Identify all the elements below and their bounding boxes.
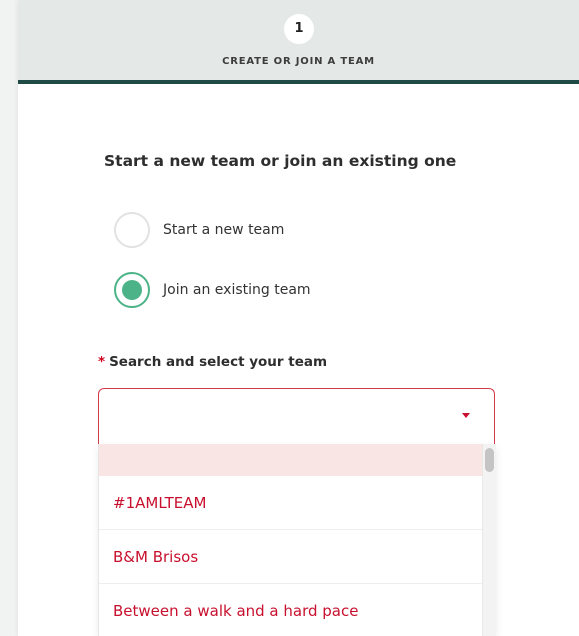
team-option[interactable]: Between a walk and a hard pace [99, 584, 482, 636]
caret-down-icon[interactable] [462, 413, 470, 418]
team-search-label-text: Search and select your team [109, 354, 328, 370]
radio-label-start-new-team: Start a new team [163, 222, 285, 238]
stepper: 1 CREATE OR JOIN A TEAM [18, 0, 579, 84]
required-marker: * [98, 354, 106, 370]
radio-button-unselected[interactable] [114, 212, 150, 248]
team-option[interactable]: B&M Brisos [99, 530, 482, 584]
highlighted-empty-option[interactable] [99, 444, 482, 476]
radio-label-join-existing-team: Join an existing team [163, 282, 311, 298]
team-dropdown-list[interactable]: #1AMLTEAM B&M Brisos Between a walk and … [98, 444, 496, 636]
team-choice-title: Start a new team or join an existing one [104, 152, 457, 170]
radio-option-start-new-team[interactable]: Start a new team [114, 209, 284, 251]
dropdown-scrollbar[interactable] [482, 444, 496, 636]
team-search-select[interactable] [98, 388, 495, 444]
step-number-badge: 1 [284, 14, 314, 44]
step-label: CREATE OR JOIN A TEAM [222, 56, 375, 67]
radio-button-selected[interactable] [114, 272, 150, 308]
radio-option-join-existing-team[interactable]: Join an existing team [114, 269, 311, 311]
team-search-label: * Search and select your team [98, 354, 327, 370]
page: 1 CREATE OR JOIN A TEAM Start a new team… [0, 0, 579, 636]
signup-card: 1 CREATE OR JOIN A TEAM Start a new team… [18, 0, 579, 636]
scrollbar-thumb[interactable] [485, 448, 494, 472]
radio-selected-dot [122, 280, 142, 300]
team-option[interactable]: #1AMLTEAM [99, 476, 482, 530]
